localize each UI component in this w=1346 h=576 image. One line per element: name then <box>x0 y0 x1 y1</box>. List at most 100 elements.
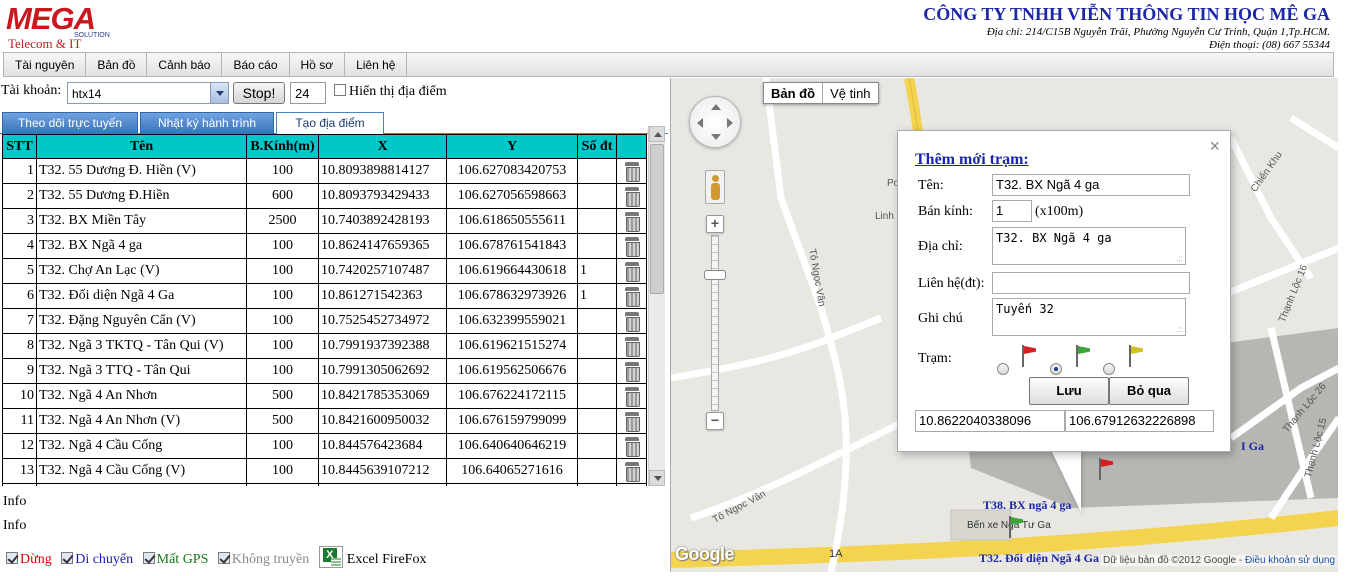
address-field[interactable]: T32. BX Ngã 4 ga.:: <box>992 227 1186 265</box>
menu-resources[interactable]: Tài nguyên <box>4 53 87 76</box>
table-row[interactable]: 7 T32. Đặng Nguyên Cẩn (V) 100 10.752545273… <box>2 308 647 334</box>
pan-up-icon[interactable] <box>711 104 721 110</box>
name-field[interactable]: T32. BX Ngã 4 ga <box>992 174 1190 196</box>
skip-button[interactable]: Bỏ qua <box>1109 377 1189 405</box>
tab-live-tracking[interactable]: Theo dõi trực tuyến <box>2 112 138 134</box>
chevron-down-icon[interactable] <box>210 83 228 103</box>
station-radio-green[interactable] <box>1050 363 1062 375</box>
scroll-down-icon[interactable] <box>649 470 665 486</box>
menu-profile[interactable]: Hồ sơ <box>290 53 346 76</box>
column-header-phone[interactable]: Số đt <box>577 134 617 159</box>
street-view-pegman-icon[interactable] <box>705 170 725 204</box>
menu-contact[interactable]: Liên hệ <box>345 53 408 76</box>
resize-grip-icon[interactable]: .:: <box>1176 325 1183 334</box>
map-type-map-button[interactable]: Bản đồ <box>764 83 824 103</box>
table-row[interactable]: 14T32. Ngã 4 Cầu Cống (V)10010.844563910… <box>2 483 647 486</box>
tab-trip-log[interactable]: Nhật ký hành trình <box>140 112 274 134</box>
stop-button[interactable]: Stop! <box>233 82 285 104</box>
column-header-y[interactable]: Y <box>446 134 578 159</box>
table-row[interactable]: 12 T32. Ngã 4 Cầu Cống 100 10.844576423684 1… <box>2 433 647 459</box>
table-row[interactable]: 10 T32. Ngã 4 An Nhơn 500 10.8421785353069 1… <box>2 383 647 409</box>
menu-reports[interactable]: Báo cáo <box>222 53 290 76</box>
zoom-in-button[interactable]: + <box>706 215 724 233</box>
table-row[interactable]: 5 T32. Chợ An Lạc (V) 100 10.7420257107487 1… <box>2 258 647 284</box>
trash-icon[interactable] <box>624 362 640 382</box>
pan-control[interactable] <box>689 96 741 148</box>
place-label[interactable]: T32. Đối diện Ngã 4 Ga <box>979 551 1099 566</box>
excel-icon[interactable] <box>318 546 343 568</box>
checkbox-icon[interactable] <box>334 84 346 96</box>
google-logo[interactable]: Google <box>675 544 735 565</box>
terms-link[interactable]: Điều khoản sử dụng <box>1245 555 1335 566</box>
cell-name: T32. Ngã 3 TKTQ - Tân Qui (V) <box>36 333 247 359</box>
table-row[interactable]: 9 T32. Ngã 3 TTQ - Tân Qui 100 10.799130506… <box>2 358 647 384</box>
map-view[interactable]: Bản đồ Vệ tinh + − Tô Ngọc Vân Tô Ngọc V… <box>670 78 1338 572</box>
trash-icon[interactable] <box>624 262 640 282</box>
station-radio-red[interactable] <box>997 363 1009 375</box>
table-row[interactable]: 6 T32. Đối diện Ngã 4 Ga 100 10.86127154236… <box>2 283 647 309</box>
trash-icon[interactable] <box>624 462 640 482</box>
checkbox-checked-icon[interactable] <box>6 552 18 564</box>
table-row[interactable]: 1 T32. 55 Dương Đ. Hiền (V) 100 10.80938988… <box>2 158 647 184</box>
checkbox-checked-icon[interactable] <box>142 552 155 564</box>
legend-lost-gps[interactable]: Mất GPS <box>142 552 208 568</box>
legend-no-signal[interactable]: Không truyền <box>217 552 309 568</box>
scroll-up-icon[interactable] <box>649 126 665 142</box>
trash-icon[interactable] <box>624 412 640 432</box>
trash-icon[interactable] <box>624 237 640 257</box>
table-row[interactable]: 4 T32. BX Ngã 4 ga 100 10.8624147659365 106.… <box>2 233 647 259</box>
column-header-x[interactable]: X <box>318 134 447 159</box>
radius-field[interactable]: 1 <box>992 200 1032 222</box>
resize-grip-icon[interactable]: .:: <box>1176 254 1183 263</box>
table-row[interactable]: 13 T32. Ngã 4 Cầu Cống (V) 100 10.844563910… <box>2 458 647 484</box>
table-row[interactable]: 3 T32. BX Miền Tây 2500 10.7403892428193 106… <box>2 208 647 234</box>
trash-icon[interactable] <box>624 212 640 232</box>
zoom-track[interactable] <box>711 235 719 411</box>
map-type-satellite-button[interactable]: Vệ tinh <box>823 83 877 103</box>
refresh-interval-input[interactable] <box>290 82 326 104</box>
pan-down-icon[interactable] <box>711 134 721 140</box>
table-row[interactable]: 8 T32. Ngã 3 TKTQ - Tân Qui (V) 100 10.7991… <box>2 333 647 359</box>
grid-scrollbar[interactable] <box>648 126 665 486</box>
latitude-field[interactable]: 10.8622040338096 <box>915 410 1065 432</box>
checkbox-checked-icon[interactable] <box>217 552 230 564</box>
tab-create-place[interactable]: Tạo địa điểm <box>276 112 384 135</box>
trash-icon[interactable] <box>624 162 640 182</box>
place-label[interactable]: I Ga <box>1241 439 1264 454</box>
trash-icon[interactable] <box>624 187 640 207</box>
zoom-slider-handle[interactable] <box>704 270 726 280</box>
station-flag-icon[interactable] <box>1097 458 1113 480</box>
trash-icon[interactable] <box>624 287 640 307</box>
left-pane: Tài khoản: htx14 Stop! Hiển thị địa điểm… <box>0 78 668 576</box>
column-header-name[interactable]: Tên <box>36 134 247 159</box>
menu-map[interactable]: Bản đồ <box>86 53 148 76</box>
contact-field[interactable] <box>992 272 1190 294</box>
trash-icon[interactable] <box>624 387 640 407</box>
checkbox-checked-icon[interactable] <box>61 552 74 564</box>
pan-left-icon[interactable] <box>697 118 703 128</box>
zoom-out-button[interactable]: − <box>706 412 724 430</box>
table-row[interactable]: 11 T32. Ngã 4 An Nhơn (V) 500 10.8421600950… <box>2 408 647 434</box>
menu-alerts[interactable]: Cảnh báo <box>147 53 223 76</box>
legend-stopped[interactable]: Dừng <box>6 552 52 568</box>
legend-moving[interactable]: Di chuyển <box>61 552 133 568</box>
cell-x: 10.8624147659365 <box>318 233 447 259</box>
close-icon[interactable]: × <box>1209 137 1220 155</box>
account-select[interactable]: htx14 <box>67 82 229 104</box>
pan-right-icon[interactable] <box>727 118 733 128</box>
save-button[interactable]: Lưu <box>1029 377 1109 405</box>
column-header-radius[interactable]: B.Kính(m) <box>246 134 319 159</box>
trash-icon[interactable] <box>624 437 640 457</box>
station-radio-yellow[interactable] <box>1103 363 1115 375</box>
column-header-stt[interactable]: STT <box>2 134 37 159</box>
scroll-thumb[interactable] <box>650 144 664 294</box>
note-field[interactable]: Tuyến 32.:: <box>992 298 1186 336</box>
trash-icon[interactable] <box>624 312 640 332</box>
show-places-checkbox[interactable]: Hiển thị địa điểm <box>334 84 447 100</box>
table-row[interactable]: 2 T32. 55 Dương Đ.Hiền 600 10.8093793429433… <box>2 183 647 209</box>
excel-export-button[interactable]: Excel FireFox <box>318 546 426 568</box>
zoom-control: + − <box>704 215 726 433</box>
longitude-field[interactable]: 106.67912632226898 <box>1065 410 1214 432</box>
station-flag-icon[interactable] <box>1007 516 1023 538</box>
trash-icon[interactable] <box>624 337 640 357</box>
